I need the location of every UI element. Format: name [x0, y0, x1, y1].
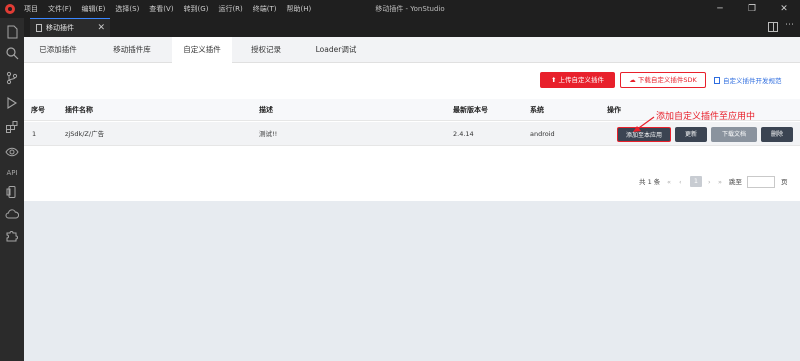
- cloud-download-icon: ☁: [629, 76, 638, 84]
- update-button[interactable]: 更新: [675, 127, 707, 142]
- pagination-total: 共 1 条: [639, 178, 661, 186]
- extensions-icon[interactable]: [4, 119, 20, 135]
- split-editor-icon[interactable]: [768, 22, 778, 32]
- editor-tab-label: 移动插件: [46, 24, 74, 32]
- header-index: 序号: [31, 106, 45, 114]
- table-row: 1 zjSdk/Z/广告 测试!! 2.4.14 android 添加至本应用 …: [24, 122, 800, 146]
- document-icon: [714, 77, 720, 84]
- goto-page-input[interactable]: [747, 176, 775, 188]
- header-system: 系统: [530, 106, 544, 114]
- row-description: 测试!!: [259, 130, 278, 138]
- title-bar: 项目 文件(F) 编辑(E) 选择(S) 查看(V) 转到(G) 运行(R) 终…: [0, 0, 800, 18]
- dev-spec-link[interactable]: 自定义插件开发规范: [714, 75, 782, 85]
- file-icon: [36, 24, 42, 32]
- close-tab-icon[interactable]: ✕: [97, 23, 105, 33]
- pagination: 共 1 条 « ‹ 1 › » 跳至 页: [24, 174, 800, 190]
- menu-help[interactable]: 帮助(H): [287, 4, 312, 14]
- row-system: android: [530, 130, 555, 138]
- menu-terminal[interactable]: 终端(T): [253, 4, 277, 14]
- editor-tab-mobile-plugins[interactable]: 移动插件 ✕: [30, 18, 110, 37]
- menu-project[interactable]: 项目: [24, 4, 38, 14]
- maximize-button[interactable]: ❐: [736, 0, 768, 18]
- next-page-button[interactable]: ›: [708, 174, 711, 190]
- last-page-button[interactable]: »: [718, 174, 722, 190]
- first-page-button[interactable]: «: [667, 174, 671, 190]
- search-icon[interactable]: [4, 45, 20, 61]
- upload-custom-plugin-button[interactable]: ⬆ 上传自定义插件: [540, 72, 615, 88]
- header-plugin-name: 插件名称: [65, 106, 93, 114]
- menu-file[interactable]: 文件(F): [48, 4, 72, 14]
- editor-tab-bar: 移动插件 ✕ ⋯: [24, 18, 800, 37]
- tab-custom-plugins[interactable]: 自定义插件: [172, 37, 232, 63]
- plugin-subtabs: 已添加插件 移动插件库 自定义插件 授权记录 Loader调试: [24, 37, 800, 63]
- tab-plugin-library[interactable]: 移动插件库: [92, 37, 172, 63]
- delete-button[interactable]: 删除: [761, 127, 793, 142]
- more-actions-icon[interactable]: ⋯: [785, 20, 794, 30]
- app-logo-icon: [5, 4, 15, 14]
- current-page-button[interactable]: 1: [690, 176, 702, 187]
- api-icon[interactable]: API: [4, 165, 20, 181]
- upload-icon: ⬆: [550, 76, 559, 84]
- row-plugin-name: zjSdk/Z/广告: [65, 130, 105, 138]
- tab-added-plugins[interactable]: 已添加插件: [24, 37, 92, 63]
- download-docs-button[interactable]: 下载文档: [711, 127, 757, 142]
- tab-loader-debug[interactable]: Loader调试: [300, 37, 372, 63]
- preview-eye-icon[interactable]: [4, 144, 20, 160]
- custom-plugins-panel: ⬆ 上传自定义插件 ☁ 下载自定义插件SDK 自定义插件开发规范 序号 插件名称…: [24, 63, 800, 201]
- activity-bar: API: [0, 18, 24, 361]
- header-latest-version: 最新版本号: [453, 106, 488, 114]
- page-unit-label: 页: [781, 178, 788, 186]
- row-index: 1: [32, 130, 37, 138]
- download-sdk-button[interactable]: ☁ 下载自定义插件SDK: [620, 72, 706, 88]
- menu-run[interactable]: 运行(R): [218, 4, 242, 14]
- menu-goto[interactable]: 转到(G): [184, 4, 209, 14]
- menu-edit[interactable]: 编辑(E): [82, 4, 106, 14]
- window-controls: ─ ❐ ✕: [704, 0, 800, 18]
- prev-page-button[interactable]: ‹: [679, 174, 682, 190]
- download-button-label: 下载自定义插件SDK: [637, 76, 697, 84]
- cloud-icon[interactable]: [4, 206, 20, 222]
- main-content: 已添加插件 移动插件库 自定义插件 授权记录 Loader调试 ⬆ 上传自定义插…: [24, 37, 800, 361]
- menu-view[interactable]: 查看(V): [149, 4, 173, 14]
- minimize-button[interactable]: ─: [704, 0, 736, 18]
- tab-authorization-records[interactable]: 授权记录: [232, 37, 300, 63]
- dev-spec-link-label: 自定义插件开发规范: [723, 77, 782, 85]
- explorer-icon[interactable]: [4, 24, 20, 40]
- header-actions: 操作: [607, 106, 621, 114]
- menu-selection[interactable]: 选择(S): [115, 4, 139, 14]
- close-window-button[interactable]: ✕: [768, 0, 800, 18]
- upload-button-label: 上传自定义插件: [558, 76, 605, 84]
- annotation-text: 添加自定义插件至应用中: [656, 112, 756, 122]
- header-description: 描述: [259, 106, 273, 114]
- row-version: 2.4.14: [453, 130, 474, 138]
- device-icon[interactable]: [4, 184, 20, 200]
- goto-label: 跳至: [729, 178, 742, 186]
- window-title: 移动插件 - YonStudio: [375, 5, 445, 13]
- plugin-puzzle-icon[interactable]: [4, 228, 20, 244]
- menu-bar: 项目 文件(F) 编辑(E) 选择(S) 查看(V) 转到(G) 运行(R) 终…: [24, 0, 321, 18]
- add-to-app-button[interactable]: 添加至本应用: [617, 127, 671, 142]
- source-control-icon[interactable]: [4, 70, 20, 86]
- run-debug-icon[interactable]: [4, 95, 20, 111]
